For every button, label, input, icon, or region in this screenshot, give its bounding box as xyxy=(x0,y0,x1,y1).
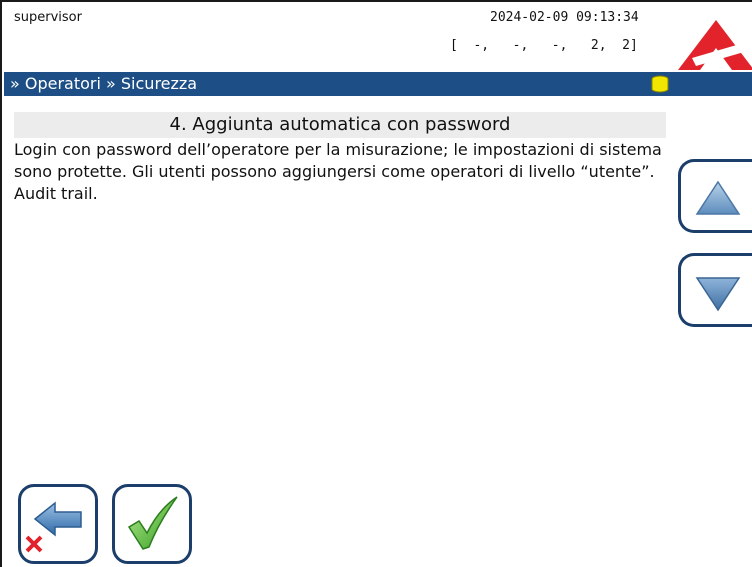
datetime-display: 2024-02-09 09:13:34 xyxy=(490,10,639,25)
page-title: 4. Aggiunta automatica con password xyxy=(14,112,666,138)
breadcrumb: » Operatori » Sicurezza xyxy=(10,74,198,93)
back-cancel-button[interactable] xyxy=(18,484,98,564)
triangle-up-icon xyxy=(695,180,741,215)
checkmark-icon xyxy=(127,496,178,550)
status-counters: [ -, -, -, 2, 2] xyxy=(450,38,638,53)
option-description: Login con password dell’operatore per la… xyxy=(14,140,662,203)
database-icon xyxy=(651,75,669,93)
scroll-down-button[interactable] xyxy=(678,253,752,327)
device-screen: supervisor 2024-02-09 09:13:34 [ -, -, -… xyxy=(0,0,752,567)
breadcrumb-bar: » Operatori » Sicurezza xyxy=(4,72,752,96)
triangle-down-icon xyxy=(695,277,741,312)
current-user-label: supervisor xyxy=(14,10,82,25)
scroll-up-button[interactable] xyxy=(678,159,752,233)
confirm-button[interactable] xyxy=(112,484,192,564)
back-arrow-cancel-icon xyxy=(25,501,82,553)
brand-logo-icon xyxy=(678,20,752,70)
